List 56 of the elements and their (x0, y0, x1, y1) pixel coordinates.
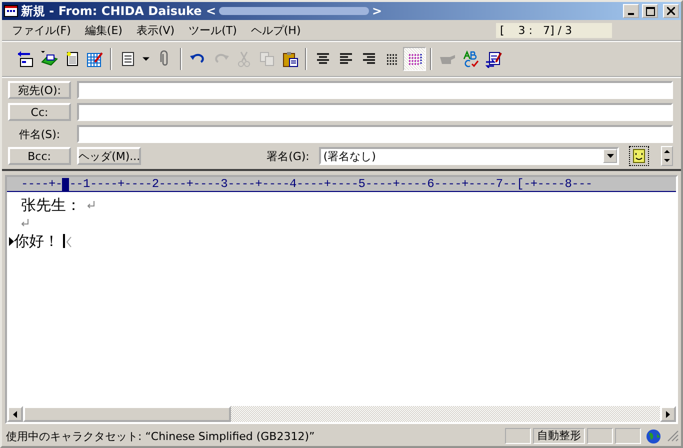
menu-item[interactable]: 編集(E) (78, 22, 130, 38)
reply-icon (16, 50, 34, 68)
scroll-thumb[interactable] (23, 406, 231, 422)
close-icon (667, 7, 675, 15)
close-button[interactable] (663, 4, 679, 18)
smiley-icon (633, 149, 646, 163)
scroll-left-button[interactable] (7, 406, 23, 422)
maximize-icon (646, 6, 654, 16)
to-field[interactable] (77, 81, 673, 99)
cc-button[interactable]: Cc: (8, 103, 71, 121)
resize-grip-icon (667, 430, 679, 442)
ruler-cursor-icon (62, 178, 70, 190)
cc-field[interactable] (77, 103, 673, 121)
maximize-button[interactable] (642, 4, 658, 18)
scroll-right-button[interactable] (660, 406, 676, 422)
menu-item[interactable]: ツール(T) (182, 22, 244, 38)
smiley-button[interactable] (629, 146, 650, 166)
globe-icon (646, 428, 660, 444)
menu-item[interactable]: ヘルプ(H) (244, 22, 308, 38)
subject-label: 件名(S): (18, 126, 62, 142)
spin-arrows-icon (664, 149, 670, 163)
caret-icon (142, 57, 150, 61)
horizontal-scrollbar[interactable] (7, 406, 676, 422)
menu-item[interactable]: 表示(V) (129, 22, 182, 38)
ruler: ----+- --1----+----2----+----3----+----4----+----5----+----6----+----7--[-+----8--- (7, 177, 676, 192)
copy-icon (258, 50, 276, 68)
subject-field[interactable] (77, 125, 673, 143)
bcc-button[interactable]: Bcc: (8, 147, 71, 165)
toolbar-button[interactable] (403, 47, 426, 71)
envelope-icon (4, 5, 18, 17)
minimize-button[interactable] (623, 4, 639, 18)
position-counter: [ 3 : 7] / 3 (496, 22, 612, 38)
menu-item[interactable]: ファイル(F) (5, 22, 78, 38)
body-text-line: 你好！ (14, 232, 59, 250)
status-panel (505, 428, 531, 444)
paste-icon (280, 50, 298, 68)
spell-icon (462, 50, 480, 68)
left-arrow-icon (13, 410, 17, 418)
dropdown-arrow-icon (606, 154, 614, 158)
status-panel (587, 428, 613, 444)
spin-control[interactable] (661, 146, 673, 166)
status-panel: 自動整形 (533, 428, 585, 444)
right-arrow-icon (666, 410, 670, 418)
grid-icon (86, 50, 104, 68)
text-cursor-icon (63, 234, 72, 248)
status-text: 使用中のキャラクタセット: “Chinese Simplified (GB2312)” (6, 428, 315, 444)
window-title: 新規 - From: CHIDA Daisuke < (21, 2, 216, 20)
to-button[interactable]: 宛先(O): (8, 81, 71, 99)
window-title-end: > (372, 4, 382, 18)
header-button[interactable]: ヘッダ(M)... (76, 147, 141, 165)
stamp-icon (40, 50, 58, 68)
status-panel (615, 428, 641, 444)
body-text-line: 张先生： (21, 196, 81, 214)
signature-dropdown[interactable]: (署名なし) (319, 147, 620, 165)
compose-icon (484, 50, 502, 68)
signature-label: 署名(G): (266, 148, 310, 164)
